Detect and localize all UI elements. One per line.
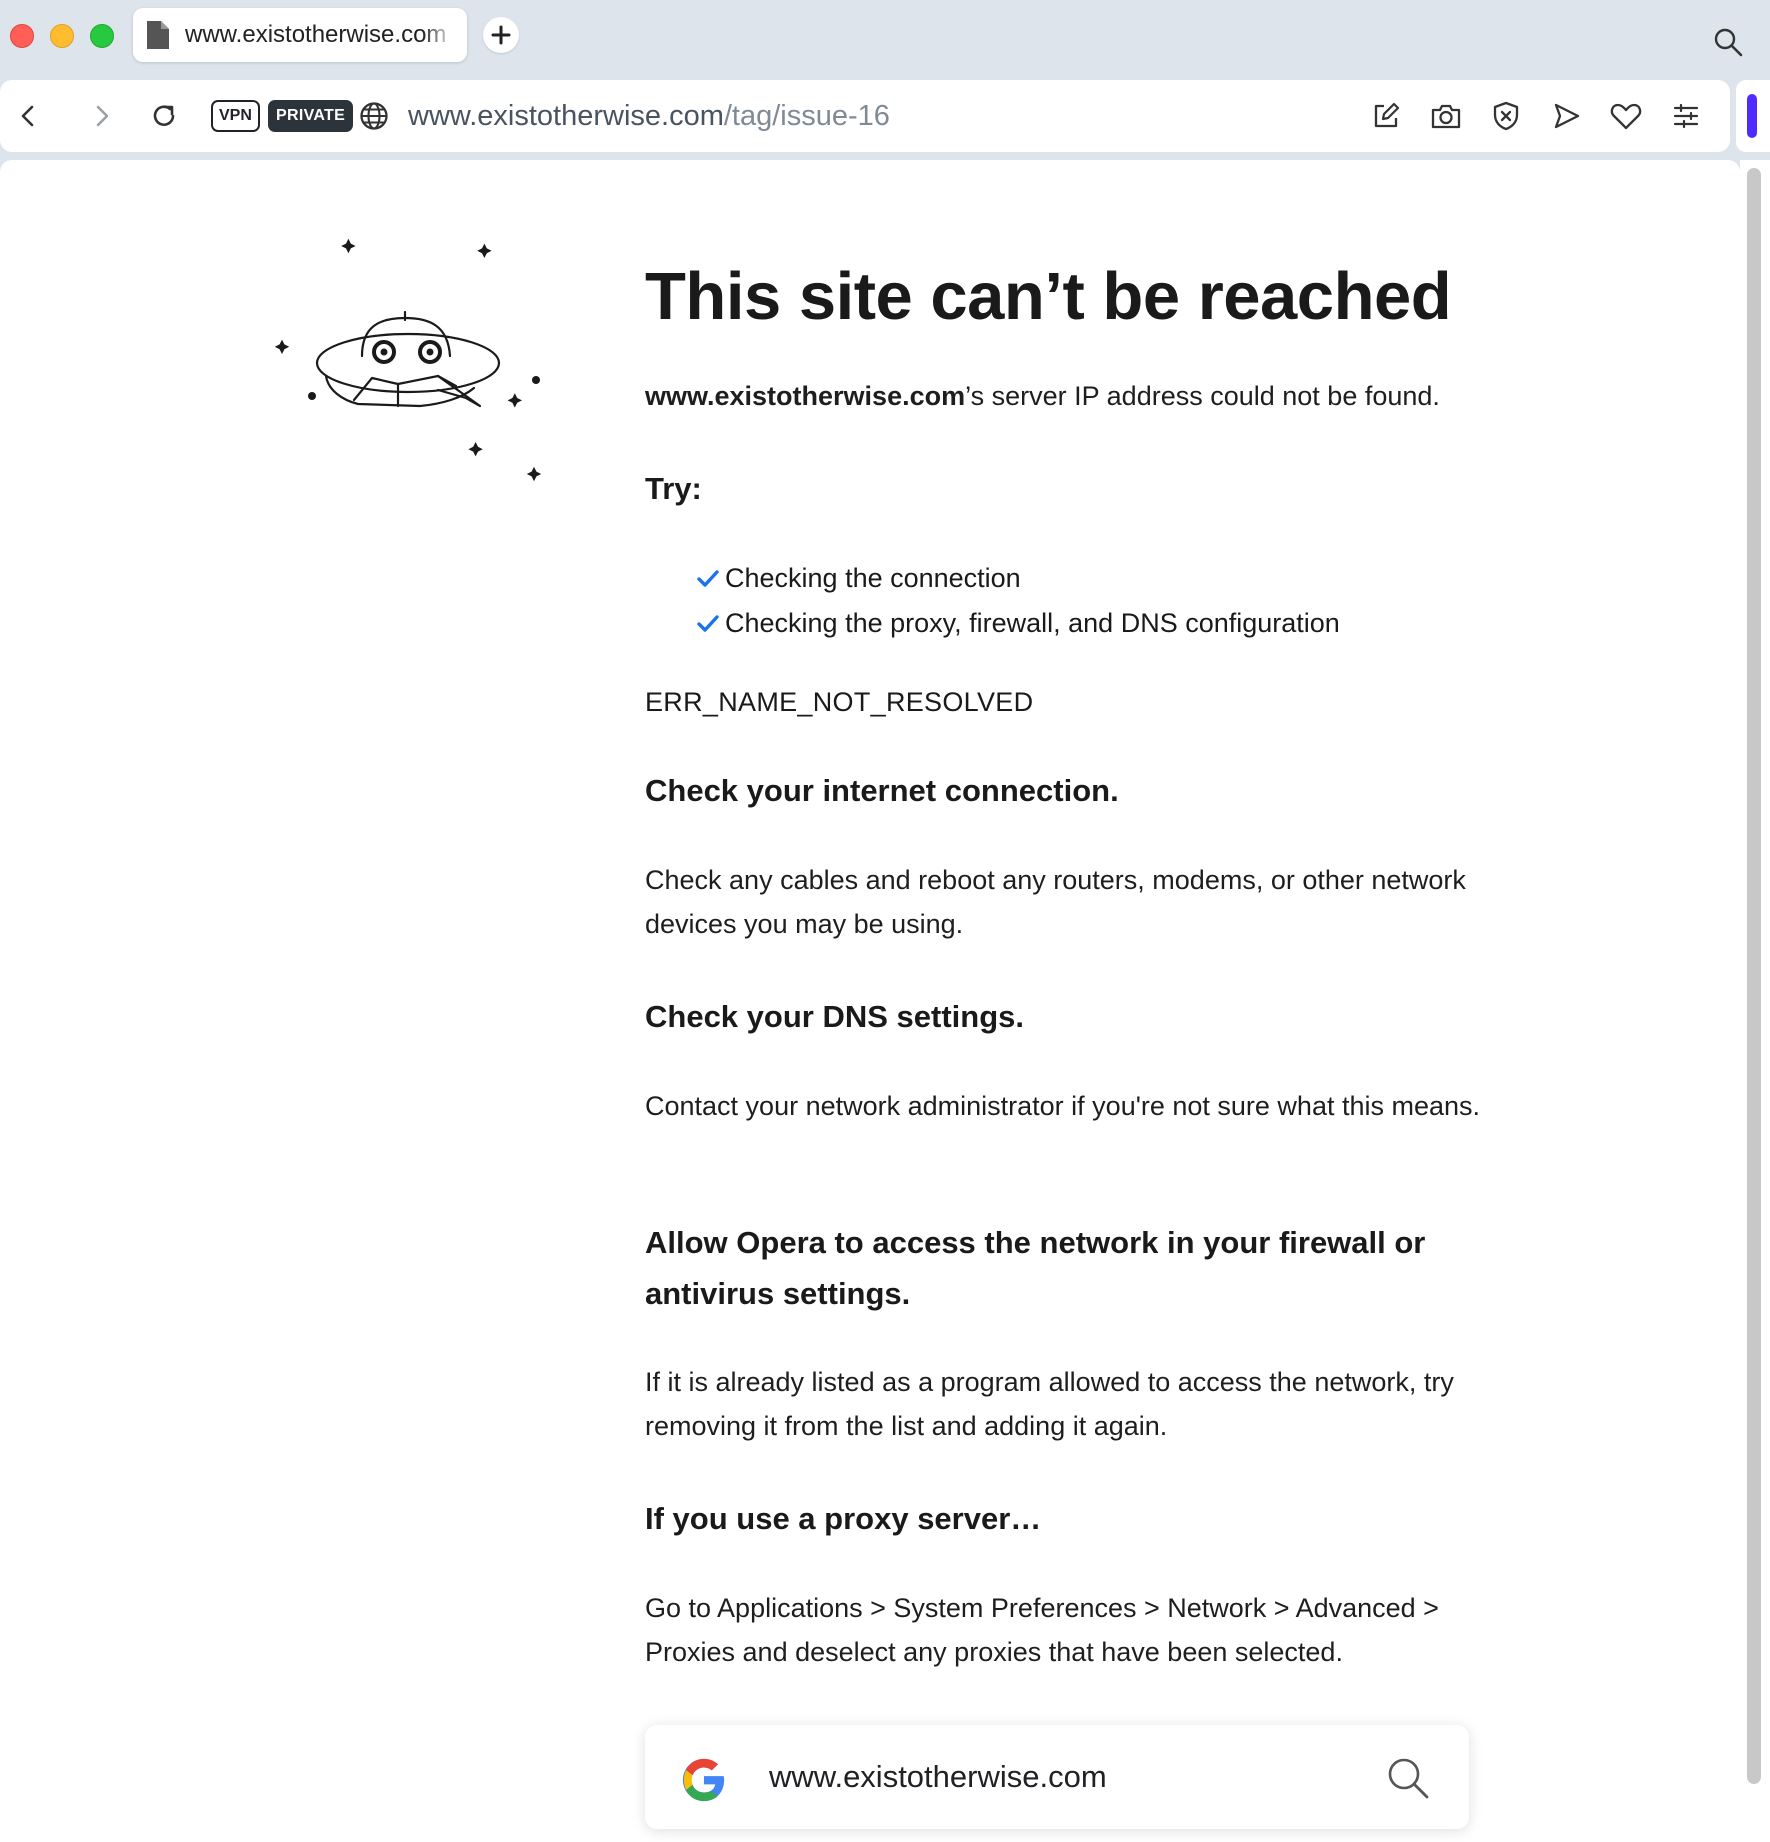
new-tab-button[interactable] [483, 17, 519, 53]
error-code: ERR_NAME_NOT_RESOLVED [645, 687, 1034, 717]
vpn-badge[interactable]: VPN [211, 100, 260, 132]
checkmark-icon [697, 614, 719, 632]
ufo-illustration-icon [274, 238, 542, 482]
edit-snapshot-icon [1374, 102, 1400, 128]
reload-icon [153, 105, 175, 126]
shield-icon [1493, 101, 1519, 131]
sidebar-accent-bar [1747, 94, 1757, 138]
url-host: www.existotherwise.com [408, 100, 724, 132]
forward-button[interactable] [84, 98, 120, 134]
error-summary: www.existotherwise.com’s server IP addre… [645, 374, 1485, 418]
section-heading-dns: Check your DNS settings. [645, 999, 1024, 1034]
globe-icon[interactable] [358, 100, 390, 132]
google-search-box[interactable]: www.existotherwise.com [645, 1725, 1469, 1829]
google-logo-icon [682, 1758, 725, 1802]
error-page: This site can’t be reached www.existothe… [0, 160, 1740, 1842]
url-field[interactable]: www.existotherwise.com/tag/issue-16 [408, 98, 890, 134]
section-body-dns: Contact your network administrator if yo… [645, 1091, 1481, 1121]
chevron-right-icon [96, 105, 109, 127]
address-toolbar: VPN PRIVATE www.existotherwise.com/tag/i… [0, 80, 1730, 152]
camera-icon [1431, 104, 1461, 129]
scrollbar-thumb[interactable] [1747, 168, 1761, 1784]
error-title: This site can’t be reached [645, 259, 1452, 334]
suggestion-list: Checking the connection Checking the pro… [695, 556, 1340, 646]
checkmark-icon [697, 569, 719, 587]
document-icon [147, 21, 169, 49]
private-badge: PRIVATE [268, 100, 354, 132]
section-heading-connection: Check your internet connection. [645, 773, 1119, 808]
search-icon[interactable] [1385, 1755, 1431, 1801]
list-item: Checking the connection [695, 556, 1340, 601]
send-icon [1554, 103, 1580, 129]
tab-strip: www.existotherwise.com [0, 0, 1770, 78]
send-button[interactable] [1550, 100, 1582, 132]
easy-setup-button[interactable] [1670, 100, 1702, 132]
minimize-window-button[interactable] [50, 24, 74, 48]
camera-button[interactable] [1430, 100, 1462, 132]
tab-search-icon[interactable] [1712, 26, 1744, 58]
section-heading-firewall: Allow Opera to access the network in you… [645, 1225, 1426, 1311]
tab-title: www.existotherwise.com [185, 21, 447, 48]
plus-icon [491, 25, 511, 45]
error-summary-text: ’s server IP address could not be found. [965, 381, 1440, 411]
section-body-firewall: If it is already listed as a program all… [645, 1367, 1454, 1441]
section-heading-proxy: If you use a proxy server… [645, 1501, 1042, 1536]
list-item: Checking the proxy, firewall, and DNS co… [695, 601, 1340, 646]
ad-blocker-button[interactable] [1490, 100, 1522, 132]
suggestion-text: Checking the connection [725, 563, 1021, 593]
sidebar-toggle[interactable] [1736, 80, 1770, 152]
menu-icon [1673, 103, 1699, 129]
section-body-proxy: Go to Applications > System Preferences … [645, 1593, 1439, 1667]
bookmark-button[interactable] [1610, 100, 1642, 132]
chevron-left-icon [21, 105, 34, 127]
heart-icon [1610, 103, 1642, 130]
suggestion-text: Checking the proxy, firewall, and DNS co… [725, 608, 1340, 638]
section-body-connection: Check any cables and reboot any routers,… [645, 865, 1466, 939]
zoom-window-button[interactable] [90, 24, 114, 48]
search-query[interactable]: www.existotherwise.com [769, 1755, 1107, 1799]
snapshot-edit-button[interactable] [1370, 100, 1402, 132]
active-tab[interactable]: www.existotherwise.com [133, 8, 467, 62]
error-host: www.existotherwise.com [645, 381, 966, 411]
reload-button[interactable] [146, 98, 182, 134]
back-button[interactable] [10, 98, 46, 134]
try-heading: Try: [645, 471, 702, 506]
url-path: /tag/issue-16 [723, 100, 890, 132]
close-window-button[interactable] [10, 24, 34, 48]
